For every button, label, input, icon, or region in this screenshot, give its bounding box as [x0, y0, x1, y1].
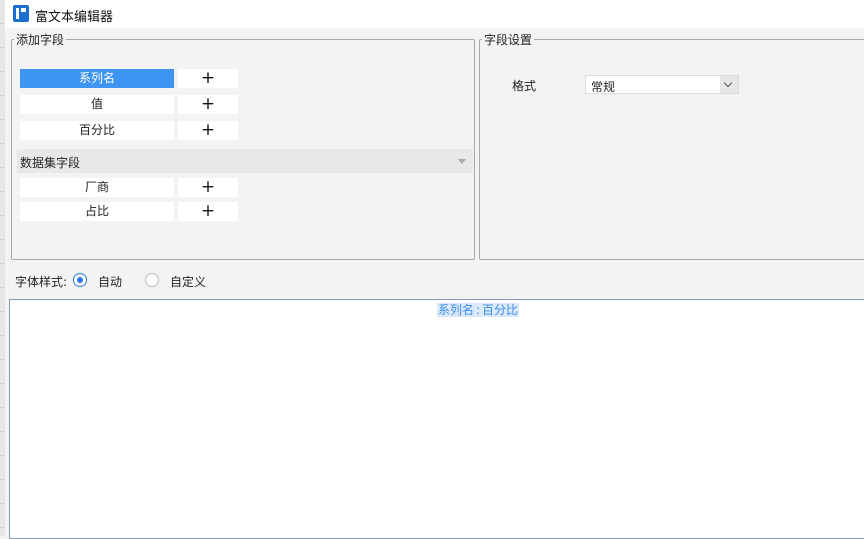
field-vendor[interactable]: 厂商 [20, 178, 174, 197]
chevron-down-icon[interactable] [720, 76, 738, 93]
add-value-button[interactable]: + [178, 95, 238, 114]
title-bar: 富文本编辑器 [5, 0, 864, 28]
format-select-value: 常规 [591, 80, 616, 94]
token-percent[interactable]: 百分比 [481, 303, 520, 317]
add-share-button[interactable]: + [178, 202, 238, 221]
radio-auto-label[interactable]: 自动 [98, 273, 122, 290]
app-logo-icon [13, 5, 29, 22]
add-percent-button[interactable]: + [178, 121, 238, 140]
add-vendor-button[interactable]: + [178, 178, 238, 197]
token-series-name[interactable]: 系列名 [436, 303, 475, 317]
field-settings-legend: 字段设置 [484, 33, 533, 47]
editor-content: 系列名: 百分比 [10, 301, 864, 318]
radio-custom[interactable] [145, 273, 159, 287]
field-value[interactable]: 值 [20, 95, 174, 114]
dataset-fields-label: 数据集字段 [20, 156, 81, 170]
font-style-label: 字体样式: [15, 275, 68, 289]
field-series-name[interactable]: 系列名 [20, 69, 174, 88]
field-settings-group: 字段设置 格式 常规 [479, 31, 864, 260]
add-fields-group: 添加字段 系列名 + 值 + 百分比 + 数据集字段 厂商 + 占比 + [11, 31, 475, 260]
radio-custom-label[interactable]: 自定义 [170, 273, 206, 290]
format-label: 格式 [512, 79, 537, 93]
left-edge-strip [0, 0, 5, 536]
add-series-name-button[interactable]: + [178, 69, 238, 88]
field-percent[interactable]: 百分比 [20, 121, 174, 140]
format-select[interactable]: 常规 [585, 75, 739, 94]
add-fields-legend: 添加字段 [16, 33, 65, 47]
radio-auto[interactable] [73, 273, 87, 287]
field-share[interactable]: 占比 [20, 202, 174, 221]
rich-text-editor[interactable]: 系列名: 百分比 [9, 299, 864, 539]
collapse-arrow-icon[interactable] [458, 159, 466, 164]
dataset-fields-header[interactable]: 数据集字段 [17, 149, 473, 173]
window-title: 富文本编辑器 [35, 10, 114, 25]
